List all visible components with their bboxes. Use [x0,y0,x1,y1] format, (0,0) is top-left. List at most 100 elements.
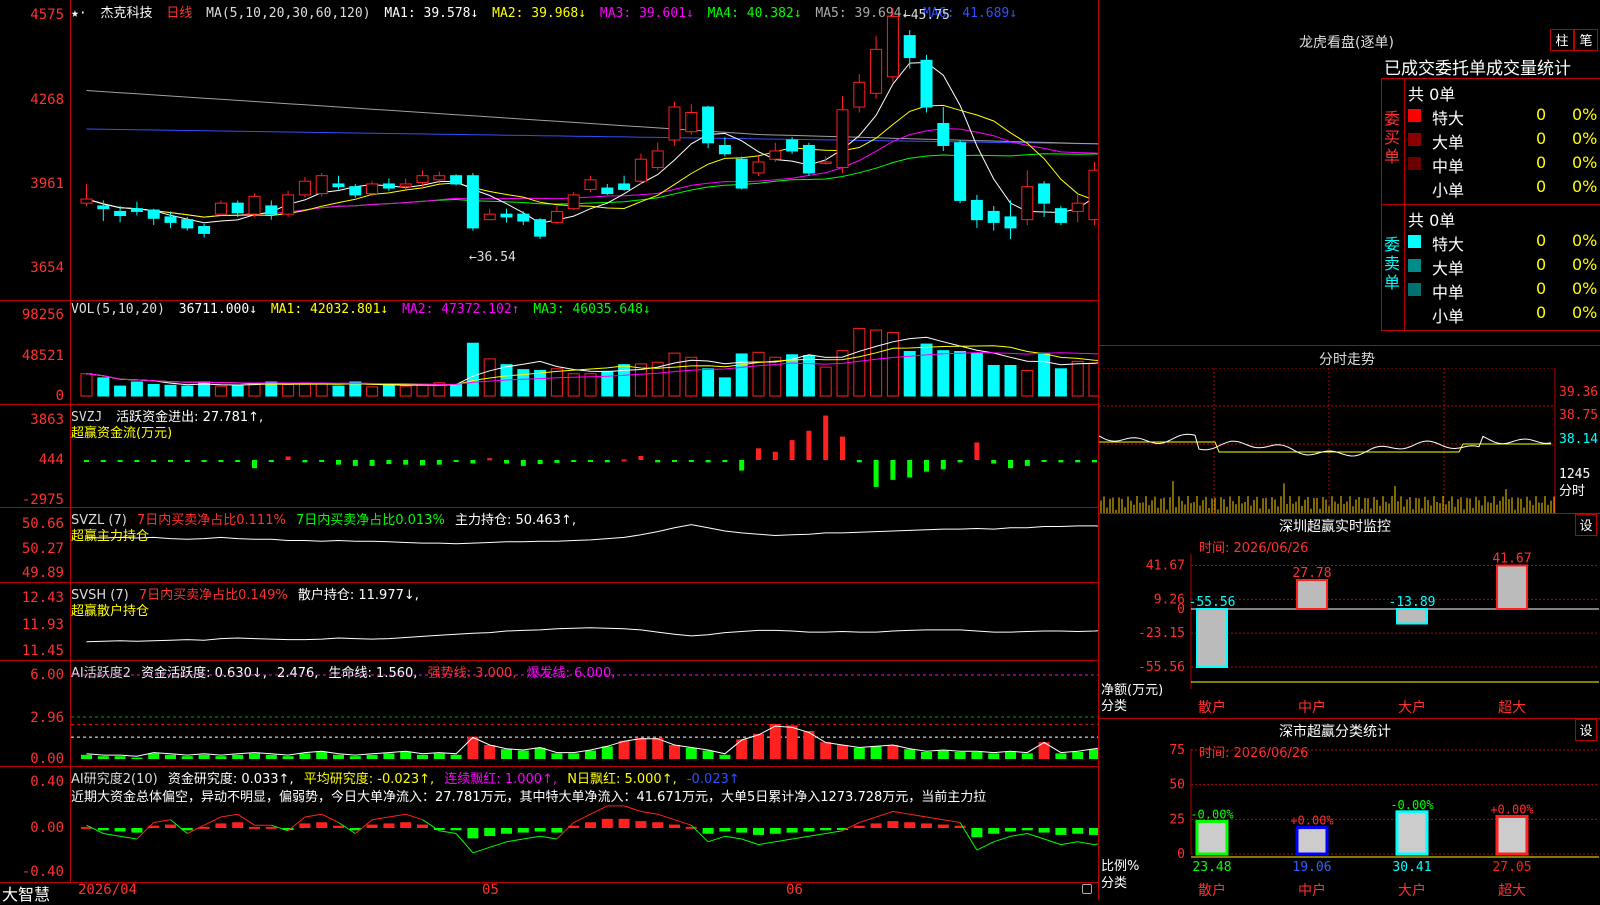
candle-body [298,180,311,196]
monitor-category: 大户 [1398,699,1426,716]
order-pct: 0% [1572,153,1598,172]
volume-bar [954,350,967,397]
volume-chart[interactable] [71,300,1098,404]
activity-bar [417,754,428,759]
stat-bar [1395,810,1429,856]
activity-bar [618,740,630,759]
research-bar [417,824,428,828]
column-view-button[interactable]: 柱 [1550,29,1574,51]
svzl-y-tick: 50.66 [21,516,64,532]
flow-bar [772,451,778,460]
volume-bar [147,383,160,397]
candle-body [114,210,127,217]
research-bar [484,828,496,837]
research-bar [265,826,277,829]
ma2-line [86,104,1098,218]
flow-bar [235,460,241,462]
activity-bar [601,746,613,759]
volume-bar [534,369,547,397]
research-line [859,816,877,823]
candle-body [80,198,93,204]
intraday-chart[interactable]: 39.36 38.75 38.14 1245 分时 [1099,368,1600,514]
stat-y-tick: 50 [1169,778,1185,793]
activity-chart[interactable] [71,660,1098,766]
candle-body [735,158,748,189]
flow-bar [840,436,845,460]
flow-bar [940,460,946,470]
lock-icon[interactable] [1082,884,1092,894]
svsh-panel[interactable]: 12.43 11.93 11.45 SVSH (7) 7日内买卖净占比0.149… [0,582,1098,661]
research-line [1027,833,1045,840]
flow-bar [285,456,291,460]
ai-research-panel[interactable]: 0.40 0.00 -0.40 AI研究度2(10) 资金研究度: 0.033↑… [0,766,1098,883]
candle-body [231,202,244,214]
candle-body [534,219,547,237]
activity-bar [366,754,378,759]
order-row: 大单 0 0% [1408,129,1598,152]
order-pct: 0% [1572,177,1598,196]
research-line [623,805,642,812]
main-holding-chart[interactable] [71,507,1098,582]
research-bar [635,821,647,828]
research-bar [1089,828,1098,835]
svzl-panel[interactable]: 50.66 50.27 49.89 SVZL (7) 7日内买卖净占比0.111… [0,507,1098,583]
stat-bar-value: 30.41 [1392,860,1431,875]
activity-bar [736,739,748,759]
candle-body [668,106,681,141]
activity-bar [517,750,529,759]
research-bar [131,828,143,833]
monitor-y-tick: 0 [1177,602,1185,617]
flow-bar [504,460,509,464]
intraday-panel[interactable]: 分时走势 39.36 38.75 38.14 1245 分时 [1099,345,1600,514]
monitor-category: 超大 [1498,700,1526,716]
research-line [405,813,423,821]
stat-bar-chart[interactable]: 75 50 25 0 -0.00% 23.48 散户 +0.00% 19.06 中户 -0.00% 3… [1099,719,1600,901]
order-value: 0 [1536,255,1547,274]
research-bar [887,821,899,828]
activity-bar [299,753,311,759]
flow-bar [268,460,274,462]
svzj-panel[interactable]: 3863 444 -2975 SVZJ 活跃资金进出: 27.781↑, 超赢资… [0,404,1098,508]
volume-bar [1071,360,1084,397]
activity-bar [1021,753,1033,759]
research-bar [618,818,630,828]
activity-bar [450,754,462,759]
research-chart[interactable] [71,766,1098,882]
volume-bar [819,366,832,397]
candle-body [500,213,513,218]
flow-bar [890,460,896,480]
retail-holding-chart[interactable] [71,582,1098,660]
fund-flow-chart[interactable] [71,404,1098,507]
buy-divider [1404,79,1405,204]
research-line [674,819,692,826]
candle-body [416,175,429,184]
order-swatch [1408,181,1421,194]
high-price-label: ←45.75 [903,8,950,23]
volume-panel[interactable]: 98256 48521 0 VOL(5,10,20) 36711.000↓ MA… [0,300,1098,405]
research-bar [400,822,412,828]
research-line [976,841,994,851]
price-y-tick: 3961 [30,176,64,192]
research-line [523,835,541,840]
ai-activity-panel[interactable]: 6.00 2.96 0.00 AI活跃度2 资金活跃度: 0.630↓, 2.4… [0,660,1098,767]
candle-body [1054,208,1067,223]
candlestick-chart[interactable]: ←45.75 ←36.54 [71,0,1098,300]
research-line [489,841,507,848]
stat-y-tick: 75 [1169,743,1185,758]
flow-bar [352,460,358,466]
price-panel[interactable]: 4575 4268 3961 3654 ★· 杰克科技 日线 MA(5,10,2… [0,0,1098,301]
monitor-bar-chart[interactable]: 41.679.260-23.15-55.56-55.56散户27.78中户-13… [1099,514,1600,719]
flow-bar [436,460,442,465]
volume-bar [416,383,429,397]
monitor-y-axis-label: 净额(万元) [1101,683,1163,698]
volume-bar [181,385,194,397]
stat-y-axis-label: 比例% [1101,859,1139,874]
stat-panel: 深市超赢分类统计 设 时间: 2026/06/26 75 50 25 0 -0.00% 2… [1099,718,1600,901]
monitor-bar-label: 27.78 [1292,566,1331,581]
research-line [640,810,658,815]
volume-bar [248,383,261,397]
research-bar [232,822,244,828]
candle-body [786,139,799,152]
research-bar [853,825,865,828]
tick-view-button[interactable]: 笔 [1574,29,1598,51]
